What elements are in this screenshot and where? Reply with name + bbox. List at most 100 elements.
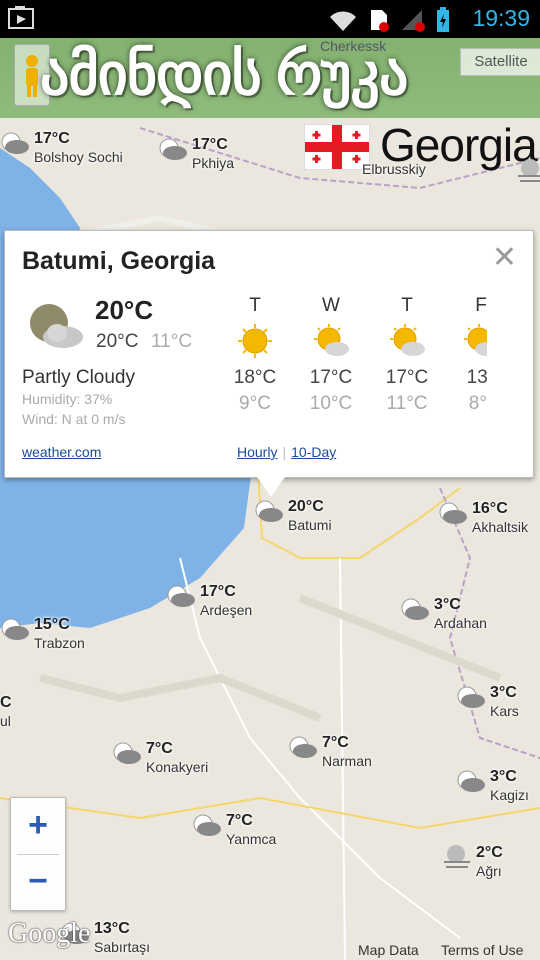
forecast-high: 13°: [466, 367, 487, 388]
marker-temp: 7°C: [226, 812, 253, 829]
forecast-day-name: W: [322, 295, 340, 316]
ten-day-link[interactable]: 10-Day: [291, 444, 336, 460]
sunny-icon: [237, 323, 273, 359]
marker-temp: 7°C: [146, 740, 173, 757]
map-data-link[interactable]: Map Data: [358, 942, 419, 958]
zoom-in-button[interactable]: +: [11, 798, 65, 854]
forecast-low: 10°C: [309, 393, 353, 414]
weather-marker[interactable]: Cul: [0, 694, 12, 730]
marker-temp: 2°C: [476, 844, 503, 861]
marker-city: Pkhiya: [192, 155, 235, 171]
forecast-high: 17°C: [309, 367, 353, 388]
cloudy-icon: [456, 768, 486, 794]
weather-marker[interactable]: 3°C Kagizı: [456, 768, 529, 804]
marker-city: Yanmca: [226, 831, 277, 847]
popup-pointer: [257, 477, 285, 497]
condition-text: Partly Cloudy: [22, 367, 135, 388]
marker-temp: C: [0, 694, 12, 711]
weather-marker[interactable]: 17°C Pkhiya: [158, 136, 234, 172]
zoom-controls: + −: [10, 797, 66, 911]
marker-city: Sabırtaşı: [94, 939, 151, 955]
wind-text: Wind: N at 0 m/s: [22, 411, 126, 427]
weather-marker[interactable]: 3°C Kars: [456, 684, 519, 720]
marker-temp: 16°C: [472, 500, 508, 517]
wifi-icon: [328, 9, 358, 36]
satellite-button[interactable]: Satellite: [460, 48, 540, 76]
current-low: 11°C: [151, 331, 193, 352]
weather-marker[interactable]: 7°C Konakyeri: [112, 740, 208, 776]
marker-temp: 13°C: [94, 920, 130, 937]
gallery-notification-icon: [8, 6, 34, 35]
signal-icon: [400, 8, 426, 37]
cloudy-icon: [456, 684, 486, 710]
marker-city: Ardeşen: [200, 602, 253, 618]
forecast-day: W 17°C 10°C: [301, 295, 361, 415]
forecast-day-name: T: [249, 295, 261, 316]
cloudy-icon: [0, 616, 30, 642]
cloudy-icon: [158, 136, 188, 162]
zoom-out-button[interactable]: −: [11, 854, 65, 910]
map-view[interactable]: Satellite Cherkessk ამინდის რუკა Georgia…: [0, 38, 540, 960]
cloudy-icon: [400, 596, 430, 622]
weather-marker[interactable]: 7°C Yanmca: [192, 812, 276, 848]
forecast-low: 9°C: [239, 393, 271, 414]
clock: 19:39: [472, 5, 530, 31]
partly-cloudy-icon: [27, 303, 85, 354]
fog-icon: [516, 158, 540, 184]
forecast-day: T 18°C 9°C: [225, 295, 285, 415]
forecast-day: F 13° 8°(: [451, 295, 487, 415]
cloudy-icon: [192, 812, 222, 838]
cloudy-icon: [112, 740, 142, 766]
cloudy-icon: [0, 130, 30, 156]
current-temp: 20°C: [95, 295, 154, 325]
forecast-day-name: T: [401, 295, 413, 316]
popup-location: Batumi, Georgia: [22, 247, 216, 275]
sim-card-icon: [368, 8, 390, 37]
forecast-high: 18°C: [233, 367, 277, 388]
weather-marker[interactable]: 20°C Batumi: [254, 498, 332, 534]
forecast-strip: T 18°C 9°C W 17°C 10°C T 17°C 11°C F 13°: [225, 295, 487, 425]
weather-marker[interactable]: 2°C Ağrı: [442, 844, 503, 880]
humidity-text: Humidity: 37%: [22, 391, 113, 407]
weather-marker[interactable]: 15°C Trabzon: [0, 616, 85, 652]
marker-city: ul: [0, 713, 11, 729]
marker-temp: 17°C: [192, 136, 228, 153]
terms-of-use-link[interactable]: Terms of Use: [441, 942, 523, 958]
marker-temp: 17°C: [200, 583, 236, 600]
marker-city: Trabzon: [34, 635, 85, 651]
weather-marker[interactable]: 7°C Narman: [288, 734, 372, 770]
marker-temp: 3°C: [490, 768, 517, 785]
marker-temp: 15°C: [34, 616, 70, 633]
marker-city: Ağrı: [476, 863, 502, 879]
weather-marker[interactable]: [516, 158, 540, 184]
partly-sunny-icon: [313, 323, 349, 359]
weather-marker[interactable]: 17°C Bolshoy Sochi: [0, 130, 123, 166]
marker-city: Kars: [490, 703, 519, 719]
hourly-link[interactable]: Hourly: [237, 444, 277, 460]
cloudy-icon: [254, 498, 284, 524]
partly-sunny-icon: [389, 323, 425, 359]
marker-city: Ardahan: [434, 615, 487, 631]
link-separator: |: [282, 444, 287, 460]
forecast-day-name: F: [475, 295, 487, 316]
marker-city: Konakyeri: [146, 759, 209, 775]
close-icon[interactable]: ✕: [492, 243, 517, 273]
forecast-links: Hourly | 10-Day: [237, 444, 336, 460]
partly-sunny-icon: [463, 323, 487, 359]
app-title: ამინდის რუკა: [40, 42, 408, 107]
weather-marker[interactable]: 17°C Ardeşen: [166, 583, 252, 619]
marker-city: Bolshoy Sochi: [34, 149, 123, 165]
status-bar: 19:39: [0, 0, 540, 38]
forecast-day: T 17°C 11°C: [377, 295, 437, 415]
marker-city: Elbrusskiy: [362, 161, 426, 177]
weather-marker[interactable]: 16°C Akhaltsik: [438, 500, 528, 536]
weather-marker[interactable]: Elbrusskiy: [330, 160, 426, 178]
weather-com-link[interactable]: weather.com: [22, 444, 101, 460]
marker-temp: 20°C: [288, 498, 324, 515]
weather-marker[interactable]: 3°C Ardahan: [400, 596, 487, 632]
marker-city: Akhaltsik: [472, 519, 529, 535]
weather-info-popup: Batumi, Georgia ✕ 20°C 20°C 11°C Partly …: [4, 230, 534, 497]
marker-city: Narman: [322, 753, 372, 769]
cloudy-icon: [166, 583, 196, 609]
marker-temp: 7°C: [322, 734, 349, 751]
